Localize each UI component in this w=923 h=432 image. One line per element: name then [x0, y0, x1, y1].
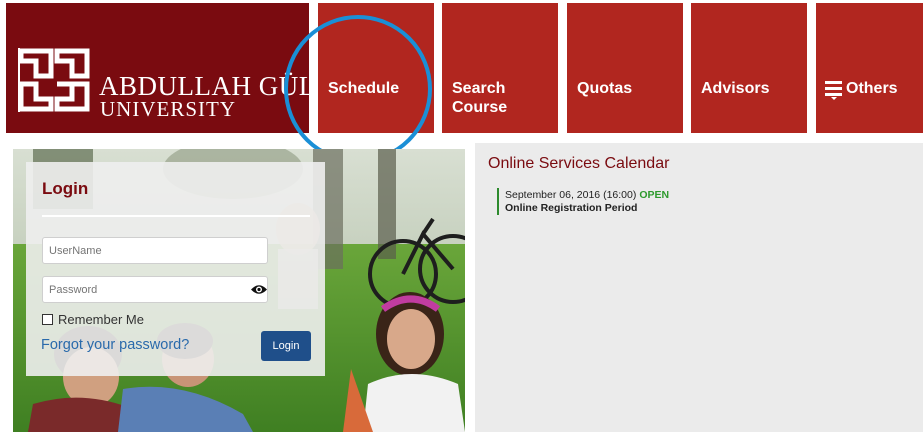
university-emblem-icon [18, 48, 90, 112]
password-input[interactable] [42, 276, 268, 303]
nav-advisors[interactable]: Advisors [691, 3, 807, 133]
nav-quotas-label: Quotas [577, 80, 633, 97]
show-password-eye-icon[interactable] [251, 284, 267, 295]
nav-schedule[interactable]: Schedule [318, 3, 434, 133]
university-logo[interactable]: ABDULLAH GÜL UNIVERSITY [6, 3, 315, 133]
remember-me-label: Remember Me [58, 312, 144, 327]
nav-search-course-label: Search Course [452, 80, 508, 116]
calendar-entry-date: September 06, 2016 (16:00) [505, 189, 637, 201]
nav-quotas[interactable]: Quotas [567, 3, 683, 133]
remember-me-checkbox[interactable] [42, 314, 53, 325]
calendar-entry-date-line: September 06, 2016 (16:00) OPEN [505, 188, 669, 202]
hamburger-menu-icon [825, 81, 842, 100]
calendar-entry[interactable]: September 06, 2016 (16:00) OPEN Online Re… [497, 188, 669, 215]
username-input[interactable] [42, 237, 268, 264]
login-divider [42, 215, 310, 217]
nav-advisors-label: Advisors [701, 80, 770, 97]
forgot-password-link[interactable]: Forgot your password? [41, 337, 189, 353]
calendar-entry-description: Online Registration Period [505, 202, 638, 214]
nav-schedule-label: Schedule [328, 80, 400, 97]
login-button[interactable]: Login [261, 331, 311, 361]
calendar-title: Online Services Calendar [488, 155, 670, 172]
login-title: Login [42, 179, 89, 198]
nav-others-label: Others [846, 80, 898, 97]
logo-subtitle: UNIVERSITY [100, 97, 236, 121]
status-badge: OPEN [639, 189, 670, 201]
nav-others[interactable]: Others [816, 3, 923, 133]
login-panel: Login Remember Me Forgot your password? … [26, 162, 325, 376]
nav-search-course[interactable]: Search Course [442, 3, 558, 133]
online-services-calendar: Online Services Calendar September 06, 2… [475, 143, 923, 432]
